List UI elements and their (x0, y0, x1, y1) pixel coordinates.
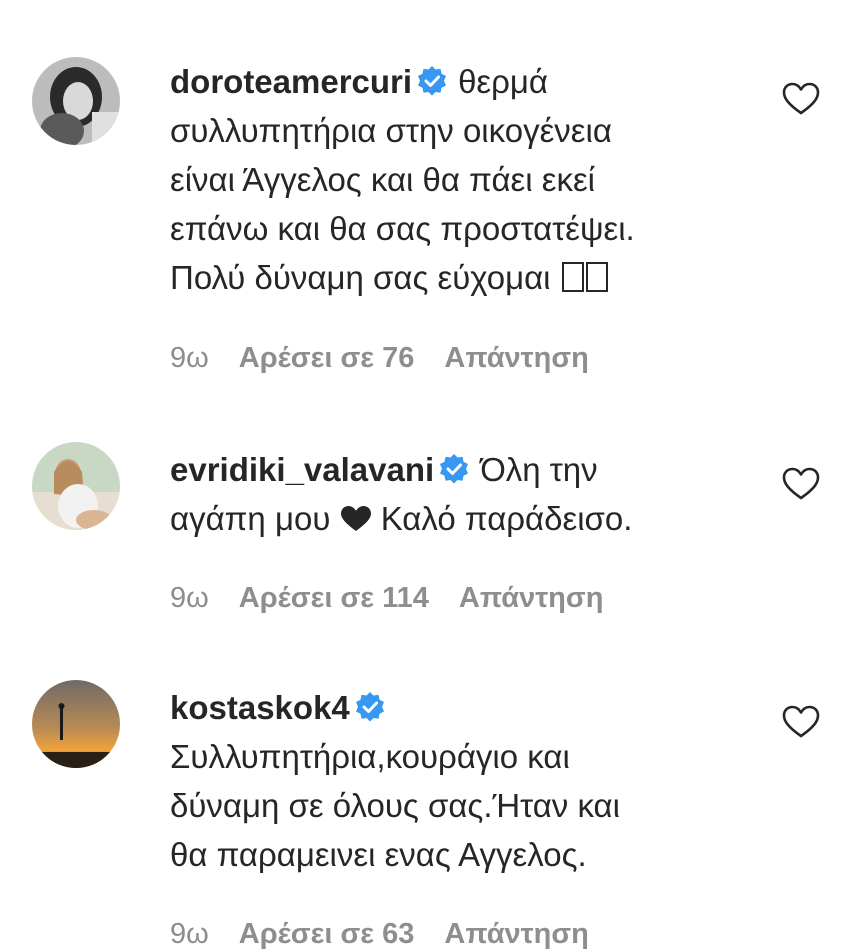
comment-text-line: Συλλυπητήρια,κουράγιο και (170, 738, 570, 775)
verified-badge-icon (438, 453, 470, 485)
comment-time[interactable]: 9ω (170, 918, 209, 950)
comment-text: doroteamercuri θερμά συλλυπητήρια στην οι… (170, 57, 750, 302)
comment-meta: 9ω Αρέσει σε 114 Απάντηση (170, 582, 633, 615)
heart-outline-icon[interactable] (782, 467, 820, 501)
comment-time[interactable]: 9ω (170, 342, 209, 374)
missing-glyph-icon (561, 262, 584, 292)
reply-button[interactable]: Απάντηση (444, 918, 589, 950)
comment-text-line: δύναμη σε όλους σας.Ήταν και (170, 787, 620, 824)
avatar[interactable] (32, 442, 120, 530)
reply-button[interactable]: Απάντηση (459, 582, 604, 614)
comment-text-line: Καλό παράδεισο. (380, 500, 633, 537)
comment-meta: 9ω Αρέσει σε 76 Απάντηση (170, 342, 619, 375)
likes-count[interactable]: Αρέσει σε 76 (239, 342, 415, 374)
username[interactable]: kostaskok4 (170, 689, 350, 726)
comment-text-line: αγάπη μου (170, 500, 331, 537)
reply-button[interactable]: Απάντηση (444, 342, 589, 374)
comment-text-line: είναι Άγγελος και θα πάει εκεί (170, 161, 595, 198)
comment-time[interactable]: 9ω (170, 582, 209, 614)
missing-glyph-icon (585, 262, 608, 292)
comment-text-line: θα παραμεινει ενας Αγγελος. (170, 836, 587, 873)
heart-outline-icon[interactable] (782, 82, 820, 116)
comment-text-line: θερμά (458, 63, 549, 100)
verified-badge-icon (354, 691, 386, 723)
comment-text: evridiki_valavani Όλη την αγάπη μου Καλό … (170, 445, 750, 543)
heart-outline-icon[interactable] (782, 705, 820, 739)
comment-text-line: επάνω και θα σας προστατέψει. (170, 210, 635, 247)
comment-text: kostaskok4 Συλλυπητήρια,κουράγιο και δύν… (170, 683, 750, 879)
verified-badge-icon (416, 65, 448, 97)
username[interactable]: doroteamercuri (170, 63, 412, 100)
comment-text-line: Πολύ δύναμη σας εύχομαι (170, 259, 551, 296)
comment-meta: 9ω Αρέσει σε 63 Απάντηση (170, 918, 619, 951)
comment-text-line: Όλη την (480, 451, 598, 488)
likes-count[interactable]: Αρέσει σε 114 (239, 582, 429, 614)
likes-count[interactable]: Αρέσει σε 63 (239, 918, 415, 950)
comment-text-line: συλλυπητήρια στην οικογένεια (170, 112, 612, 149)
username[interactable]: evridiki_valavani (170, 451, 434, 488)
black-heart-icon (340, 497, 372, 531)
avatar[interactable] (32, 57, 120, 145)
avatar[interactable] (32, 680, 120, 768)
